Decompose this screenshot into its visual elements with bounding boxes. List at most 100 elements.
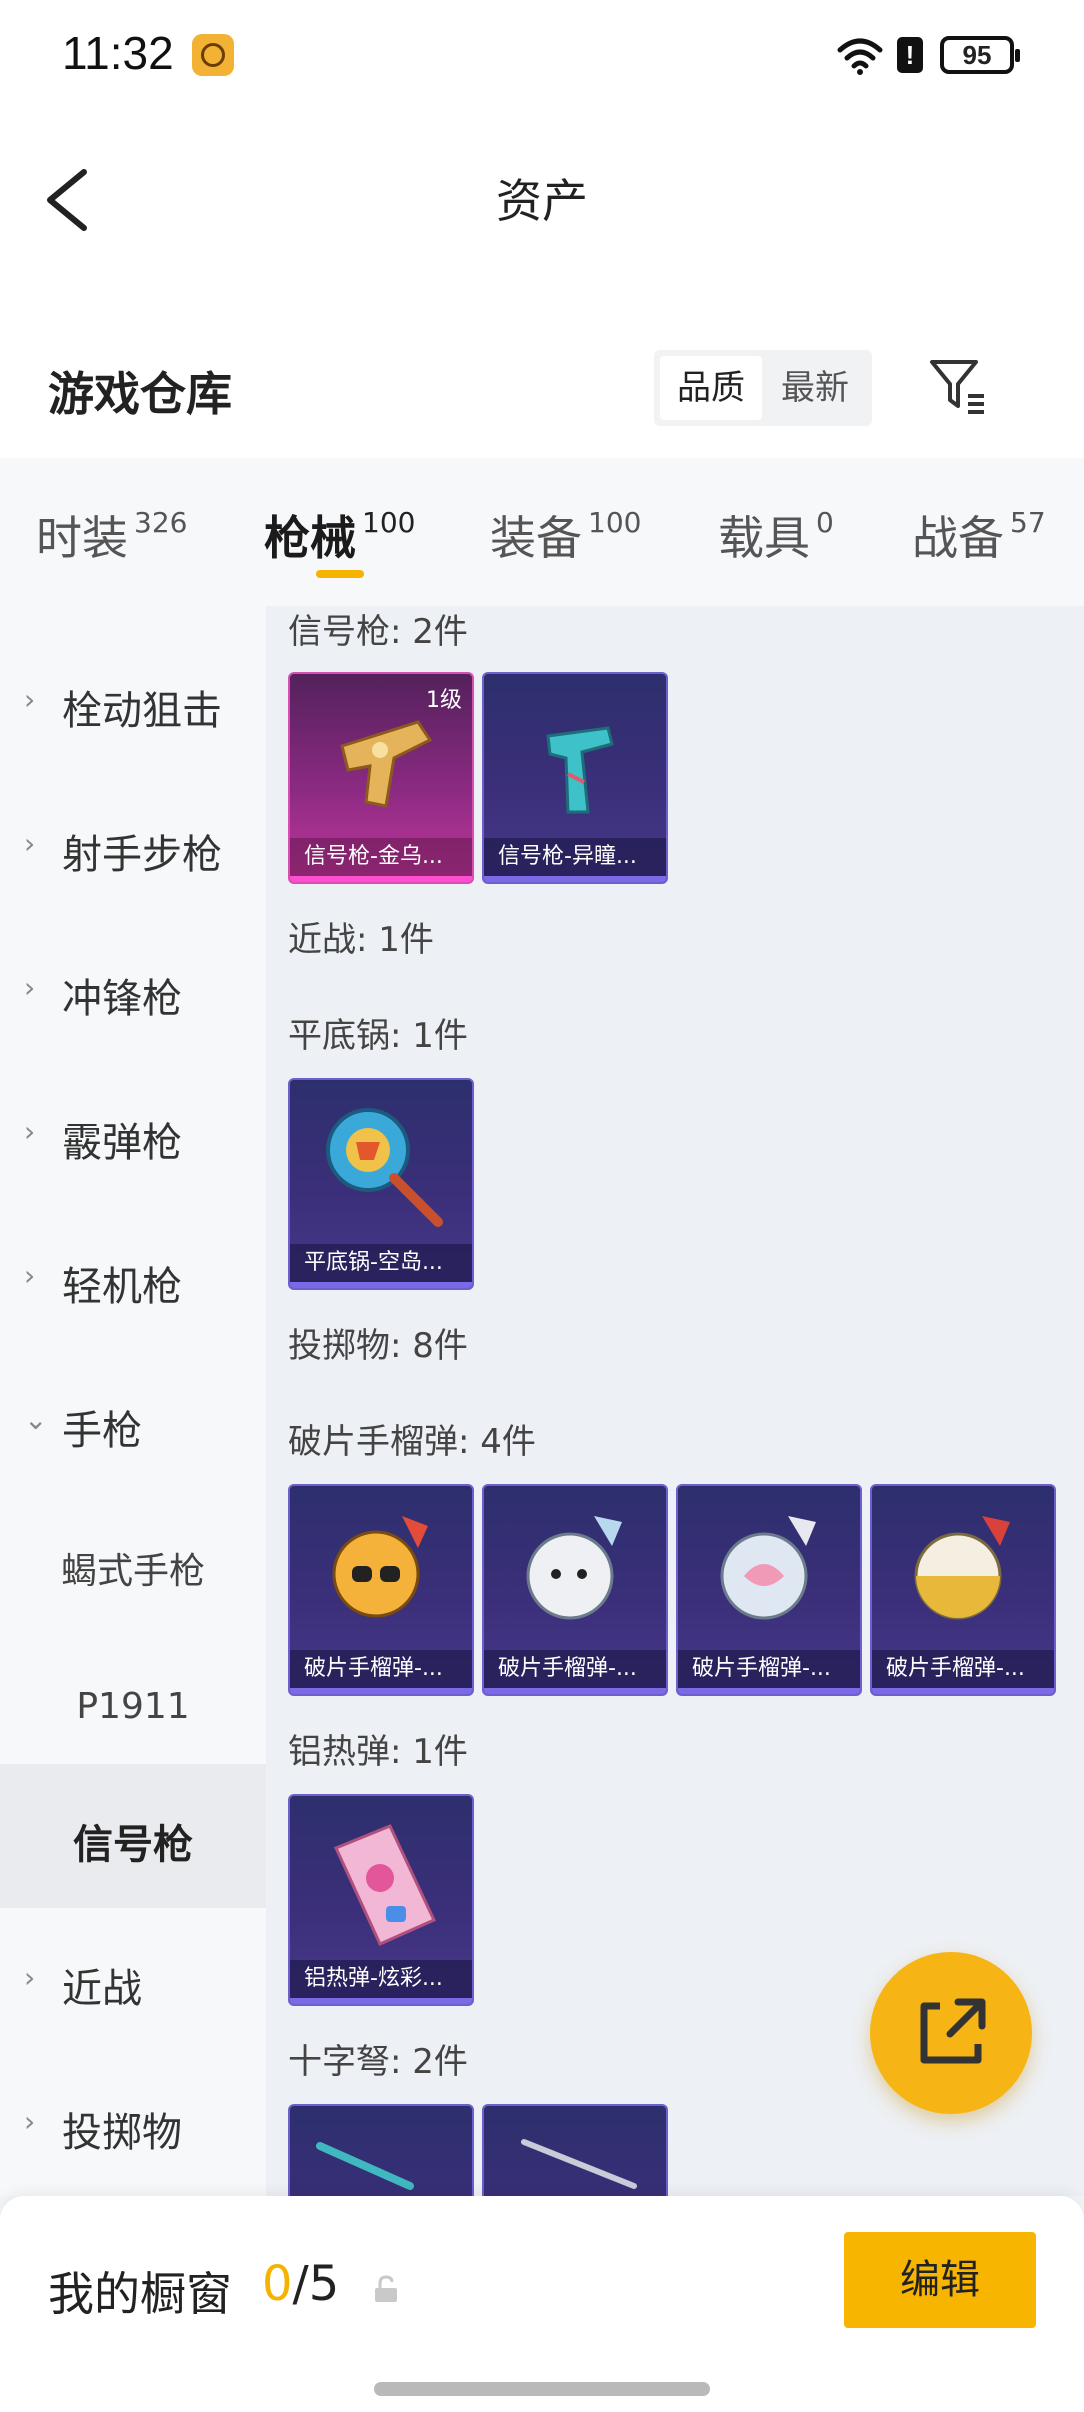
item-name: 信号枪-异瞳...	[484, 838, 666, 876]
sidebar-subitem-skorpion[interactable]: 蝎式手枪	[0, 1494, 266, 1638]
item-card-pan-1[interactable]: 平底锅-空岛...	[288, 1078, 474, 1290]
wifi-icon	[837, 38, 883, 75]
item-card-frag-2[interactable]: 破片手榴弹-...	[482, 1484, 668, 1696]
item-name: 平底锅-空岛...	[290, 1244, 472, 1282]
item-card-thermite-1[interactable]: 铝热弹-炫彩...	[288, 1794, 474, 2006]
chevron-right-icon: ›	[24, 1115, 36, 1148]
sidebar-item-shotgun[interactable]: › 霰弹枪	[0, 1062, 266, 1206]
edit-button[interactable]: 编辑	[844, 2232, 1036, 2328]
tab-count: 57	[1010, 506, 1046, 539]
item-card-crossbow-1[interactable]	[288, 2104, 474, 2196]
warehouse-bar: 游戏仓库 品质 最新	[0, 280, 1084, 458]
crossbow-image	[316, 2142, 414, 2190]
section-header-thermite: 铝热弹: 1件	[288, 1732, 468, 1772]
chevron-down-icon: ⌄	[24, 1403, 48, 1436]
item-card-frag-4[interactable]: 破片手榴弹-...	[870, 1484, 1056, 1696]
item-level-badge: 1级	[426, 688, 462, 713]
item-card-frag-1[interactable]: 破片手榴弹-...	[288, 1484, 474, 1696]
item-card-frag-3[interactable]: 破片手榴弹-...	[676, 1484, 862, 1696]
tab-equipment[interactable]: 装备 100	[490, 502, 641, 568]
lock-icon	[375, 2275, 397, 2302]
item-card-flare-gun-2[interactable]: 信号枪-异瞳...	[482, 672, 668, 884]
sidebar-item-melee[interactable]: › 近战	[0, 1908, 266, 2052]
item-name: 破片手榴弹-...	[290, 1650, 472, 1688]
battery-alert-icon: !	[897, 37, 923, 73]
sidebar-item-bolt-sniper[interactable]: › 栓动狙击	[0, 630, 266, 774]
tab-label: 时装	[36, 511, 128, 565]
sidebar-subitem-flare-gun[interactable]: 信号枪	[0, 1764, 266, 1908]
rarity-bar	[678, 1688, 860, 1694]
tab-count: 100	[588, 506, 642, 539]
share-external-icon	[920, 1998, 986, 2064]
item-name: 铝热弹-炫彩...	[290, 1960, 472, 1998]
tab-vehicles[interactable]: 载具 0	[718, 502, 834, 568]
sidebar-item-label: 轻机枪	[62, 1264, 182, 1310]
battery-level: 95	[940, 36, 1020, 74]
rarity-bar	[290, 1282, 472, 1288]
item-card-crossbow-2[interactable]	[482, 2104, 668, 2196]
warehouse-title: 游戏仓库	[48, 367, 232, 421]
section-header-frag-grenade: 破片手榴弹: 4件	[288, 1422, 536, 1462]
sidebar-item-marksman-rifle[interactable]: › 射手步枪	[0, 774, 266, 918]
tab-firearms[interactable]: 枪械 100	[264, 502, 415, 568]
rarity-bar	[484, 876, 666, 882]
showcase-count: 0/5	[262, 2256, 339, 2312]
status-bar: 11:32 ! 95	[0, 0, 1084, 110]
filter-icon[interactable]	[928, 356, 988, 416]
chevron-right-icon: ›	[24, 2105, 36, 2138]
rarity-bar	[290, 1688, 472, 1694]
tab-fashion[interactable]: 时装 326	[36, 502, 187, 568]
section-header-flare-gun: 信号枪: 2件	[288, 612, 468, 652]
category-tabs: 时装 326 枪械 100 装备 100 载具 0 战备 57	[0, 458, 1084, 606]
item-name: 信号枪-金乌...	[290, 838, 472, 876]
active-tab-indicator	[316, 570, 364, 578]
sidebar-item-label: 栓动狙击	[62, 688, 222, 734]
sidebar-item-label: 近战	[62, 1966, 142, 2012]
sidebar-item-label: 冲锋枪	[62, 976, 182, 1022]
chevron-right-icon: ›	[24, 683, 36, 716]
sidebar-item-pistol[interactable]: ⌄ 手枪	[0, 1350, 266, 1494]
app-notification-icon	[192, 34, 234, 76]
section-header-melee: 近战: 1件	[288, 920, 434, 960]
sidebar-item-throwables[interactable]: › 投掷物	[0, 2052, 266, 2196]
showcase-total: /5	[292, 2256, 340, 2312]
tab-count: 0	[816, 506, 834, 539]
page-title: 资产	[496, 174, 588, 228]
weapon-category-sidebar: › 栓动狙击 › 射手步枪 › 冲锋枪 › 霰弹枪 › 轻机枪 ⌄ 手枪 蝎式手…	[0, 606, 266, 2196]
home-indicator[interactable]	[374, 2382, 710, 2396]
tab-label: 载具	[718, 511, 810, 565]
sort-quality-button[interactable]: 品质	[660, 356, 762, 420]
sidebar-subitem-p1911[interactable]: P1911	[0, 1638, 266, 1782]
sidebar-item-label: 蝎式手枪	[60, 1551, 205, 1592]
tab-count: 100	[362, 506, 416, 539]
rarity-bar	[290, 876, 472, 882]
sidebar-item-lmg[interactable]: › 轻机枪	[0, 1206, 266, 1350]
item-name: 破片手榴弹-...	[678, 1650, 860, 1688]
sidebar-item-label: 射手步枪	[62, 832, 222, 878]
chevron-right-icon: ›	[24, 971, 36, 1004]
tab-label: 战备	[912, 511, 1004, 565]
sidebar-item-label: 投掷物	[62, 2110, 182, 2156]
sort-newest-button[interactable]: 最新	[764, 356, 866, 420]
item-card-flare-gun-1[interactable]: 1级 信号枪-金乌...	[288, 672, 474, 884]
rarity-bar	[484, 1688, 666, 1694]
tab-label: 枪械	[264, 511, 356, 565]
status-time: 11:32	[62, 27, 174, 79]
sort-toggle: 品质 最新	[654, 350, 872, 426]
sidebar-item-label: 霰弹枪	[62, 1120, 182, 1166]
showcase-bar: 我的橱窗 0/5 编辑	[0, 2196, 1084, 2412]
rarity-bar	[290, 1998, 472, 2004]
crossbow-image	[521, 2139, 637, 2189]
item-name: 破片手榴弹-...	[484, 1650, 666, 1688]
showcase-label: 我的橱窗	[48, 2267, 232, 2321]
tab-count: 326	[134, 506, 188, 539]
section-header-pan: 平底锅: 1件	[288, 1016, 468, 1056]
item-name: 破片手榴弹-...	[872, 1650, 1054, 1688]
rarity-bar	[872, 1688, 1054, 1694]
sidebar-item-smg[interactable]: › 冲锋枪	[0, 918, 266, 1062]
section-header-throwables: 投掷物: 8件	[288, 1326, 468, 1366]
tab-label: 装备	[490, 511, 582, 565]
share-button[interactable]	[870, 1952, 1032, 2114]
chevron-right-icon: ›	[24, 827, 36, 860]
tab-supplies[interactable]: 战备 57	[912, 502, 1046, 568]
